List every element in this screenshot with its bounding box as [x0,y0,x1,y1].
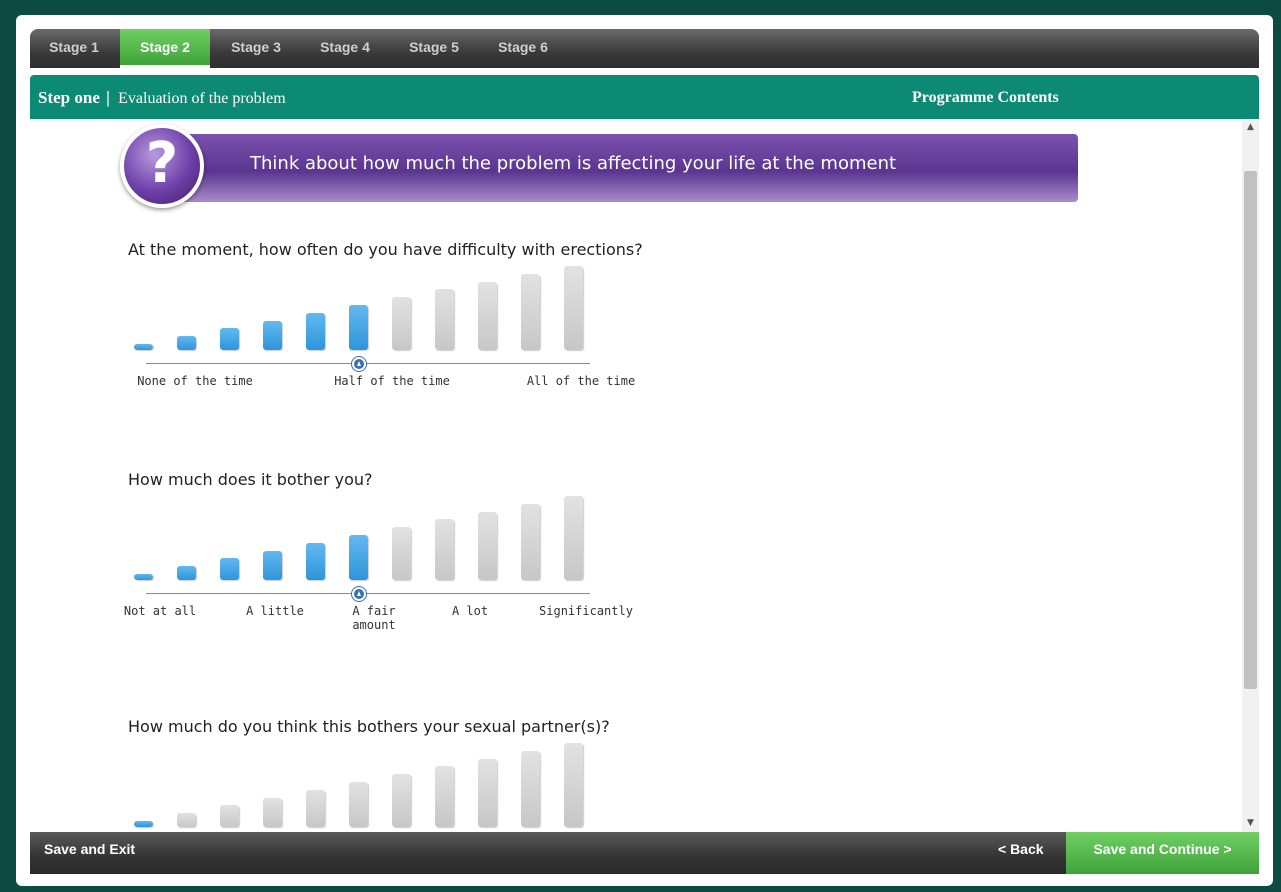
step-name: Evaluation of the problem [118,90,286,107]
question-2-text: How much does it bother you? [128,470,373,489]
question-icon: ? [120,124,204,208]
save-and-exit-button[interactable]: Save and Exit [44,832,135,874]
scale-bar[interactable] [564,496,583,580]
scale-bar[interactable] [263,550,282,580]
scale-bar[interactable] [177,566,196,580]
scale-bar[interactable] [392,774,411,827]
tab-stage-5[interactable]: Stage 5 [390,29,478,68]
save-and-continue-button[interactable]: Save and Continue > [1066,832,1259,874]
tab-stage-6[interactable]: Stage 6 [478,29,568,68]
scale-bar[interactable] [349,535,368,580]
scale-bar[interactable] [263,797,282,827]
scale-bar[interactable] [177,336,196,350]
scale-bar[interactable] [220,805,239,827]
scale-bar[interactable] [478,281,497,350]
scale-bar[interactable] [435,766,454,827]
step-title: Step one | Evaluation of the problem [38,88,286,108]
scale-bar[interactable] [521,750,540,827]
question-1-text: At the moment, how often do you have dif… [128,240,643,259]
step-header: Step one | Evaluation of the problem Pro… [30,75,1259,119]
tab-stage-2[interactable]: Stage 2 [120,29,210,68]
content-area[interactable]: Think about how much the problem is affe… [30,119,1259,832]
scale-label: A lot [451,604,489,618]
scale-bar[interactable] [220,328,239,350]
app-window: Stage 1 Stage 2 Stage 3 Stage 4 Stage 5 … [16,15,1273,886]
scale-label: Not at all [123,604,197,618]
tab-stage-1[interactable]: Stage 1 [30,29,118,68]
scale-label: Half of the time [334,374,450,388]
tab-stage-3[interactable]: Stage 3 [212,29,300,68]
scale-bar[interactable] [306,312,325,350]
question-mark: ? [145,131,179,196]
scale-bar[interactable] [134,344,153,350]
scale-bar[interactable] [349,305,368,350]
stage-tab-bar: Stage 1 Stage 2 Stage 3 Stage 4 Stage 5 … [30,29,1259,68]
scale-bar[interactable] [478,511,497,580]
scale-bar[interactable] [306,789,325,827]
question-3-scale[interactable] [130,743,610,832]
instruction-banner: Think about how much the problem is affe… [166,134,1078,202]
scale-bar[interactable] [392,527,411,580]
programme-contents-link[interactable]: Programme Contents [912,89,1059,107]
scale-bar[interactable] [564,743,583,827]
slider-track[interactable] [146,593,590,594]
scale-bar[interactable] [478,758,497,827]
scale-bar[interactable] [435,519,454,580]
back-button[interactable]: < Back [998,832,1044,874]
scale-bar[interactable] [521,503,540,580]
scale-label: Significantly [539,604,633,618]
scale-label: All of the time [526,374,636,388]
slider-track[interactable] [146,363,590,364]
scale-bar[interactable] [134,574,153,580]
tab-stage-4[interactable]: Stage 4 [300,29,390,68]
slider-thumb-icon[interactable] [352,357,366,371]
scale-bar[interactable] [392,297,411,350]
question-3-text: How much do you think this bothers your … [128,717,610,736]
question-1-scale[interactable]: None of the time Half of the time All of t… [130,266,635,409]
scale-bar[interactable] [220,558,239,580]
slider-thumb-icon[interactable] [352,587,366,601]
scale-bar[interactable] [521,273,540,350]
scale-bar[interactable] [134,821,153,827]
vertical-scrollbar[interactable]: ▲ ▼ [1242,119,1259,832]
scale-bar[interactable] [306,542,325,580]
scroll-thumb[interactable] [1244,171,1257,689]
scroll-up-arrow-icon[interactable]: ▲ [1242,119,1259,136]
banner-text: Think about how much the problem is affe… [250,153,897,174]
scale-bar[interactable] [177,813,196,827]
scale-bar[interactable] [435,289,454,350]
scale-label: None of the time [137,374,253,388]
scale-bar[interactable] [349,782,368,827]
step-separator: | [106,88,110,107]
scale-bar[interactable] [263,320,282,350]
scroll-down-arrow-icon[interactable]: ▼ [1242,815,1259,832]
question-2-scale[interactable]: Not at all A little A fair amount A lot Sign… [124,496,633,649]
scale-bar[interactable] [564,266,583,350]
footer-bar: Save and Exit < Back Save and Continue > [30,832,1259,874]
step-number: Step one [38,88,100,107]
